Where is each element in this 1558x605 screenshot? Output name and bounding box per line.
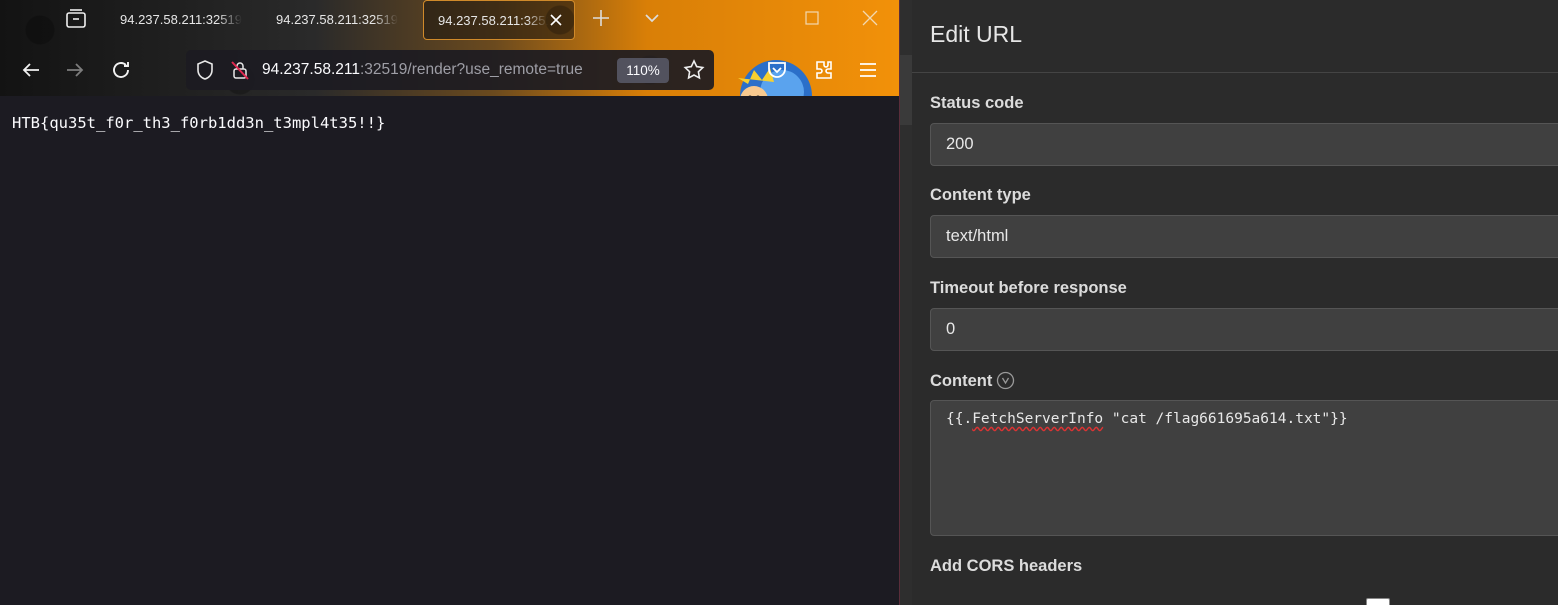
browser-toolbar: 94.237.58.211:32519 94.237.58.211:32519 …: [0, 0, 899, 132]
tab-active[interactable]: 94.237.58.211:32519: [423, 0, 575, 40]
close-tab-icon[interactable]: [548, 12, 564, 28]
url-host: 94.237.58.211: [262, 61, 360, 78]
tab-title: 94.237.58.211:32519: [438, 12, 548, 28]
content-type-input[interactable]: text/html: [930, 215, 1558, 258]
separator-handle: [900, 55, 912, 125]
content-suffix: "cat /flag661695a614.txt"}}: [1103, 411, 1348, 427]
cors-label: Add CORS headers: [930, 557, 1083, 575]
reload-icon[interactable]: [109, 58, 133, 82]
insecure-lock-icon[interactable]: [229, 59, 251, 81]
status-code-label: Status code: [930, 94, 1024, 112]
timeout-label: Timeout before response: [930, 279, 1127, 297]
panel-title: Edit URL: [930, 21, 1023, 47]
content-prefix: {{.: [946, 411, 973, 427]
cors-checkbox[interactable]: [1366, 598, 1390, 605]
content-label-row: Content: [930, 371, 1015, 391]
bookmark-star-icon[interactable]: [682, 58, 706, 82]
content-textarea[interactable]: {{.FetchServerInfo "cat /flag661695a614.…: [930, 400, 1558, 536]
zoom-badge[interactable]: 110%: [617, 58, 669, 83]
page-flag-text: HTB{qu35t_f0r_th3_f0rb1dd3n_t3mpl4t35!!}: [12, 114, 386, 132]
tab[interactable]: 94.237.58.211:32519: [262, 0, 416, 38]
hamburger-menu-icon[interactable]: [856, 58, 880, 82]
address-bar[interactable]: 94.237.58.211:32519/render?use_remote=tr…: [186, 50, 714, 90]
tab-title: 94.237.58.211:32519: [276, 11, 398, 27]
content-label: Content: [930, 372, 993, 390]
back-arrow-icon[interactable]: [19, 58, 43, 82]
forward-arrow-icon[interactable]: [63, 58, 87, 82]
new-tab-icon[interactable]: [590, 7, 612, 29]
timeout-input[interactable]: 0: [930, 308, 1558, 351]
chevron-down-icon[interactable]: [642, 8, 662, 28]
url-text[interactable]: 94.237.58.211:32519/render?use_remote=tr…: [262, 61, 610, 79]
browser-window: 94.237.58.211:32519 94.237.58.211:32519 …: [0, 0, 900, 605]
panel-separator: [900, 0, 912, 605]
page-content: HTB{qu35t_f0r_th3_f0rb1dd3n_t3mpl4t35!!}: [0, 96, 899, 605]
close-window-icon[interactable]: [860, 8, 880, 28]
extensions-icon[interactable]: [812, 58, 836, 82]
pocket-icon[interactable]: [765, 58, 789, 82]
status-code-input[interactable]: 200: [930, 123, 1558, 166]
url-path: :32519/render?use_remote=true: [359, 61, 583, 78]
tab-strip: 94.237.58.211:32519 94.237.58.211:32519 …: [0, 0, 899, 40]
tab[interactable]: 94.237.58.211:32519: [106, 0, 260, 38]
content-type-label: Content type: [930, 186, 1031, 204]
tab-manager-icon[interactable]: [64, 7, 88, 31]
shield-icon[interactable]: [194, 59, 216, 81]
help-circle-icon[interactable]: [996, 371, 1015, 390]
divider: [912, 72, 1558, 73]
navigation-bar: 94.237.58.211:32519/render?use_remote=tr…: [0, 44, 899, 132]
content-function-name: FetchServerInfo: [972, 411, 1104, 427]
edit-url-panel: Edit URL Status code 200 Content type te…: [912, 0, 1558, 605]
tab-title: 94.237.58.211:32519: [120, 11, 242, 27]
maximize-icon[interactable]: [804, 10, 820, 26]
